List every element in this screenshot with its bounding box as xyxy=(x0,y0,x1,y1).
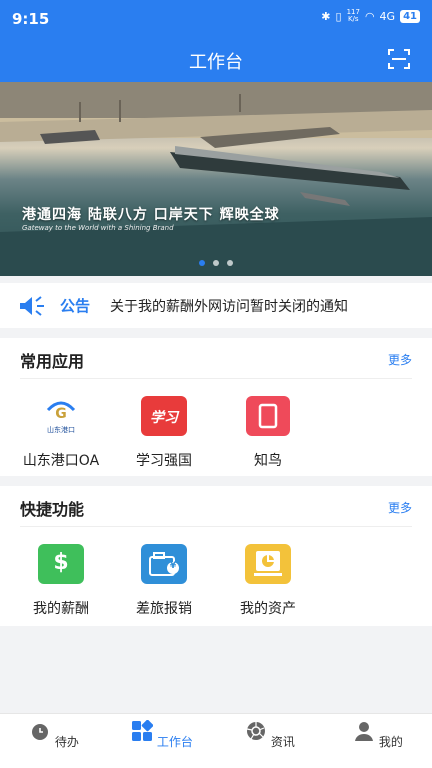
app-shandong-port-oa[interactable]: G 山东港口 山东港口OA xyxy=(11,396,111,470)
banner-carousel[interactable]: 港通四海 陆联八方 口岸天下 辉映全球 Gateway to the World… xyxy=(0,82,432,276)
carousel-dot[interactable] xyxy=(213,260,219,266)
function-my-assets[interactable]: 我的资产 xyxy=(218,544,318,618)
battery-indicator: 41 xyxy=(400,9,420,23)
function-label: 差旅报销 xyxy=(136,601,192,617)
carousel-indicator xyxy=(0,260,432,266)
port-photo xyxy=(0,82,432,276)
bottom-tab-bar: 待办 工作台 资讯 我的 xyxy=(0,713,432,768)
banner-slogan: 港通四海 陆联八方 口岸天下 辉映全球 xyxy=(22,207,280,223)
scan-icon[interactable] xyxy=(388,48,410,70)
signal-icon: 4G xyxy=(379,9,396,23)
svg-text:山东港口: 山东港口 xyxy=(47,425,75,434)
bluetooth-icon: ✱ xyxy=(321,9,331,23)
tab-todo[interactable]: 待办 xyxy=(14,720,94,750)
clock-icon xyxy=(32,724,49,740)
app-label: 山东港口OA xyxy=(22,453,100,469)
wallet-icon: ¥ xyxy=(141,544,187,584)
vibrate-icon: ▯ xyxy=(335,9,342,23)
common-apps-section: 常用应用 更多 G 山东港口 山东港口OA 学习 学习强国 知鸟 xyxy=(0,338,432,476)
banner-subtitle: Gateway to the World with a Shining Bran… xyxy=(22,224,174,232)
user-icon xyxy=(355,722,374,741)
grid-icon xyxy=(132,719,154,741)
app-xuexi-qiangguo[interactable]: 学习 学习强国 xyxy=(114,396,214,470)
divider xyxy=(20,378,412,379)
svg-text:G: G xyxy=(55,406,67,422)
quick-functions-section: 快捷功能 更多 $ 我的薪酬 ¥ 差旅报销 我的资产 xyxy=(0,486,432,626)
app-zhiniao[interactable]: 知鸟 xyxy=(218,396,318,470)
section-title: 常用应用 xyxy=(20,352,85,371)
shandong-port-logo-icon: G 山东港口 xyxy=(38,396,84,436)
divider xyxy=(20,526,412,527)
carousel-dot[interactable] xyxy=(227,260,233,266)
function-label: 我的资产 xyxy=(240,601,296,617)
zhiniao-logo-icon xyxy=(246,396,290,436)
more-link[interactable]: 更多 xyxy=(388,499,412,516)
assets-chart-icon xyxy=(245,544,291,584)
page-title: 工作台 xyxy=(189,52,243,73)
network-speed: 117 K/s xyxy=(346,8,360,23)
top-bar: 9:15 ✱ ▯ 117 K/s ◠ 4G 41 工作台 xyxy=(0,0,432,82)
status-time: 9:15 xyxy=(12,10,50,28)
tab-mine[interactable]: 我的 xyxy=(338,720,418,750)
section-title: 快捷功能 xyxy=(20,500,85,519)
app-label: 知鸟 xyxy=(254,453,282,469)
tab-news[interactable]: 资讯 xyxy=(230,720,310,750)
function-travel-reimbursement[interactable]: ¥ 差旅报销 xyxy=(114,544,214,618)
notice-bar[interactable]: 公告 关于我的薪酬外网访问暂时关闭的通知 xyxy=(0,283,432,328)
app-label: 学习强国 xyxy=(136,453,192,469)
aperture-icon xyxy=(246,722,266,740)
carousel-dot[interactable] xyxy=(199,260,205,266)
function-my-salary[interactable]: $ 我的薪酬 xyxy=(11,544,111,618)
status-icons: ✱ ▯ 117 K/s ◠ 4G 41 xyxy=(321,9,420,23)
wifi-icon: ◠ xyxy=(364,9,375,23)
tab-workbench[interactable]: 工作台 xyxy=(122,719,202,750)
notice-title: 公告 xyxy=(60,297,91,315)
xuexi-logo-icon: 学习 xyxy=(141,396,187,436)
function-label: 我的薪酬 xyxy=(33,601,89,617)
dollar-icon: $ xyxy=(38,544,84,584)
status-bar: 9:15 ✱ ▯ 117 K/s ◠ 4G 41 xyxy=(0,0,432,36)
speaker-icon xyxy=(20,296,44,316)
more-link[interactable]: 更多 xyxy=(388,351,412,368)
notice-text[interactable]: 关于我的薪酬外网访问暂时关闭的通知 xyxy=(110,296,348,316)
